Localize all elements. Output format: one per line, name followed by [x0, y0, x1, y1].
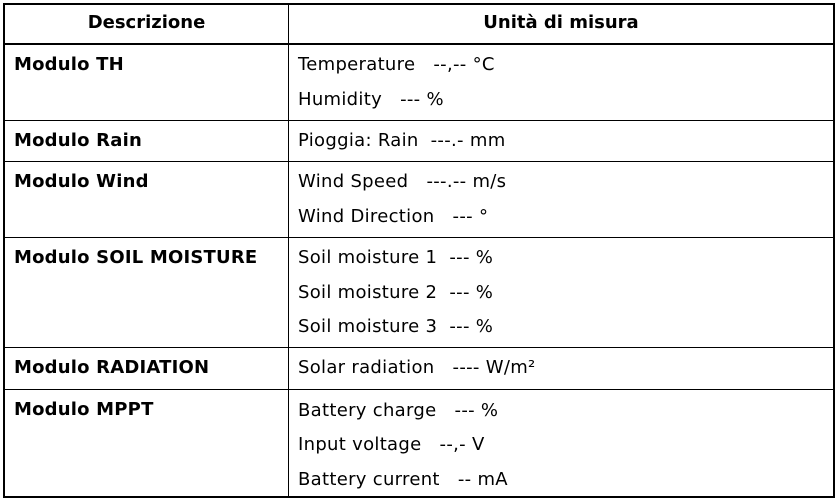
module-name: Modulo Rain	[14, 130, 142, 151]
header-descrizione: Descrizione	[87, 12, 206, 33]
module-name: Modulo Wind	[14, 171, 149, 192]
unit-line: Temperature --,-- °C	[298, 54, 495, 75]
unit-line: Wind Speed ---.-- m/s	[298, 171, 507, 192]
header-unita-di-misura: Unità di misura	[483, 12, 639, 33]
table-row: Modulo MPPT Battery charge --- % Input v…	[5, 389, 833, 496]
unit-line: Pioggia: Rain ---.- mm	[298, 130, 506, 151]
unit-line: Soil moisture 2 --- %	[298, 282, 494, 303]
table-row: Modulo TH Temperature --,-- °C Humidity …	[5, 43, 833, 120]
module-name: Modulo SOIL MOISTURE	[14, 247, 258, 268]
table-row: Modulo Rain Pioggia: Rain ---.- mm	[5, 120, 833, 161]
unit-line: Soil moisture 3 --- %	[298, 316, 494, 337]
table-row: Modulo RADIATION Solar radiation ---- W/…	[5, 347, 833, 389]
unit-line: Solar radiation ---- W/m²	[298, 357, 536, 378]
module-name: Modulo TH	[14, 54, 124, 75]
module-name: Modulo MPPT	[14, 399, 154, 420]
unit-line: Input voltage --,- V	[298, 434, 485, 455]
table-row: Modulo Wind Wind Speed ---.-- m/s Wind D…	[5, 161, 833, 237]
unit-line: Battery charge --- %	[298, 400, 499, 421]
module-name: Modulo RADIATION	[14, 357, 210, 378]
unit-line: Humidity --- %	[298, 89, 444, 110]
unit-line: Battery current -- mA	[298, 469, 508, 490]
unit-line: Soil moisture 1 --- %	[298, 247, 494, 268]
unit-line: Wind Direction --- °	[298, 206, 489, 227]
table-row: Modulo SOIL MOISTURE Soil moisture 1 ---…	[5, 237, 833, 347]
module-units-table: Descrizione Unità di misura Modulo TH Te…	[3, 3, 835, 498]
